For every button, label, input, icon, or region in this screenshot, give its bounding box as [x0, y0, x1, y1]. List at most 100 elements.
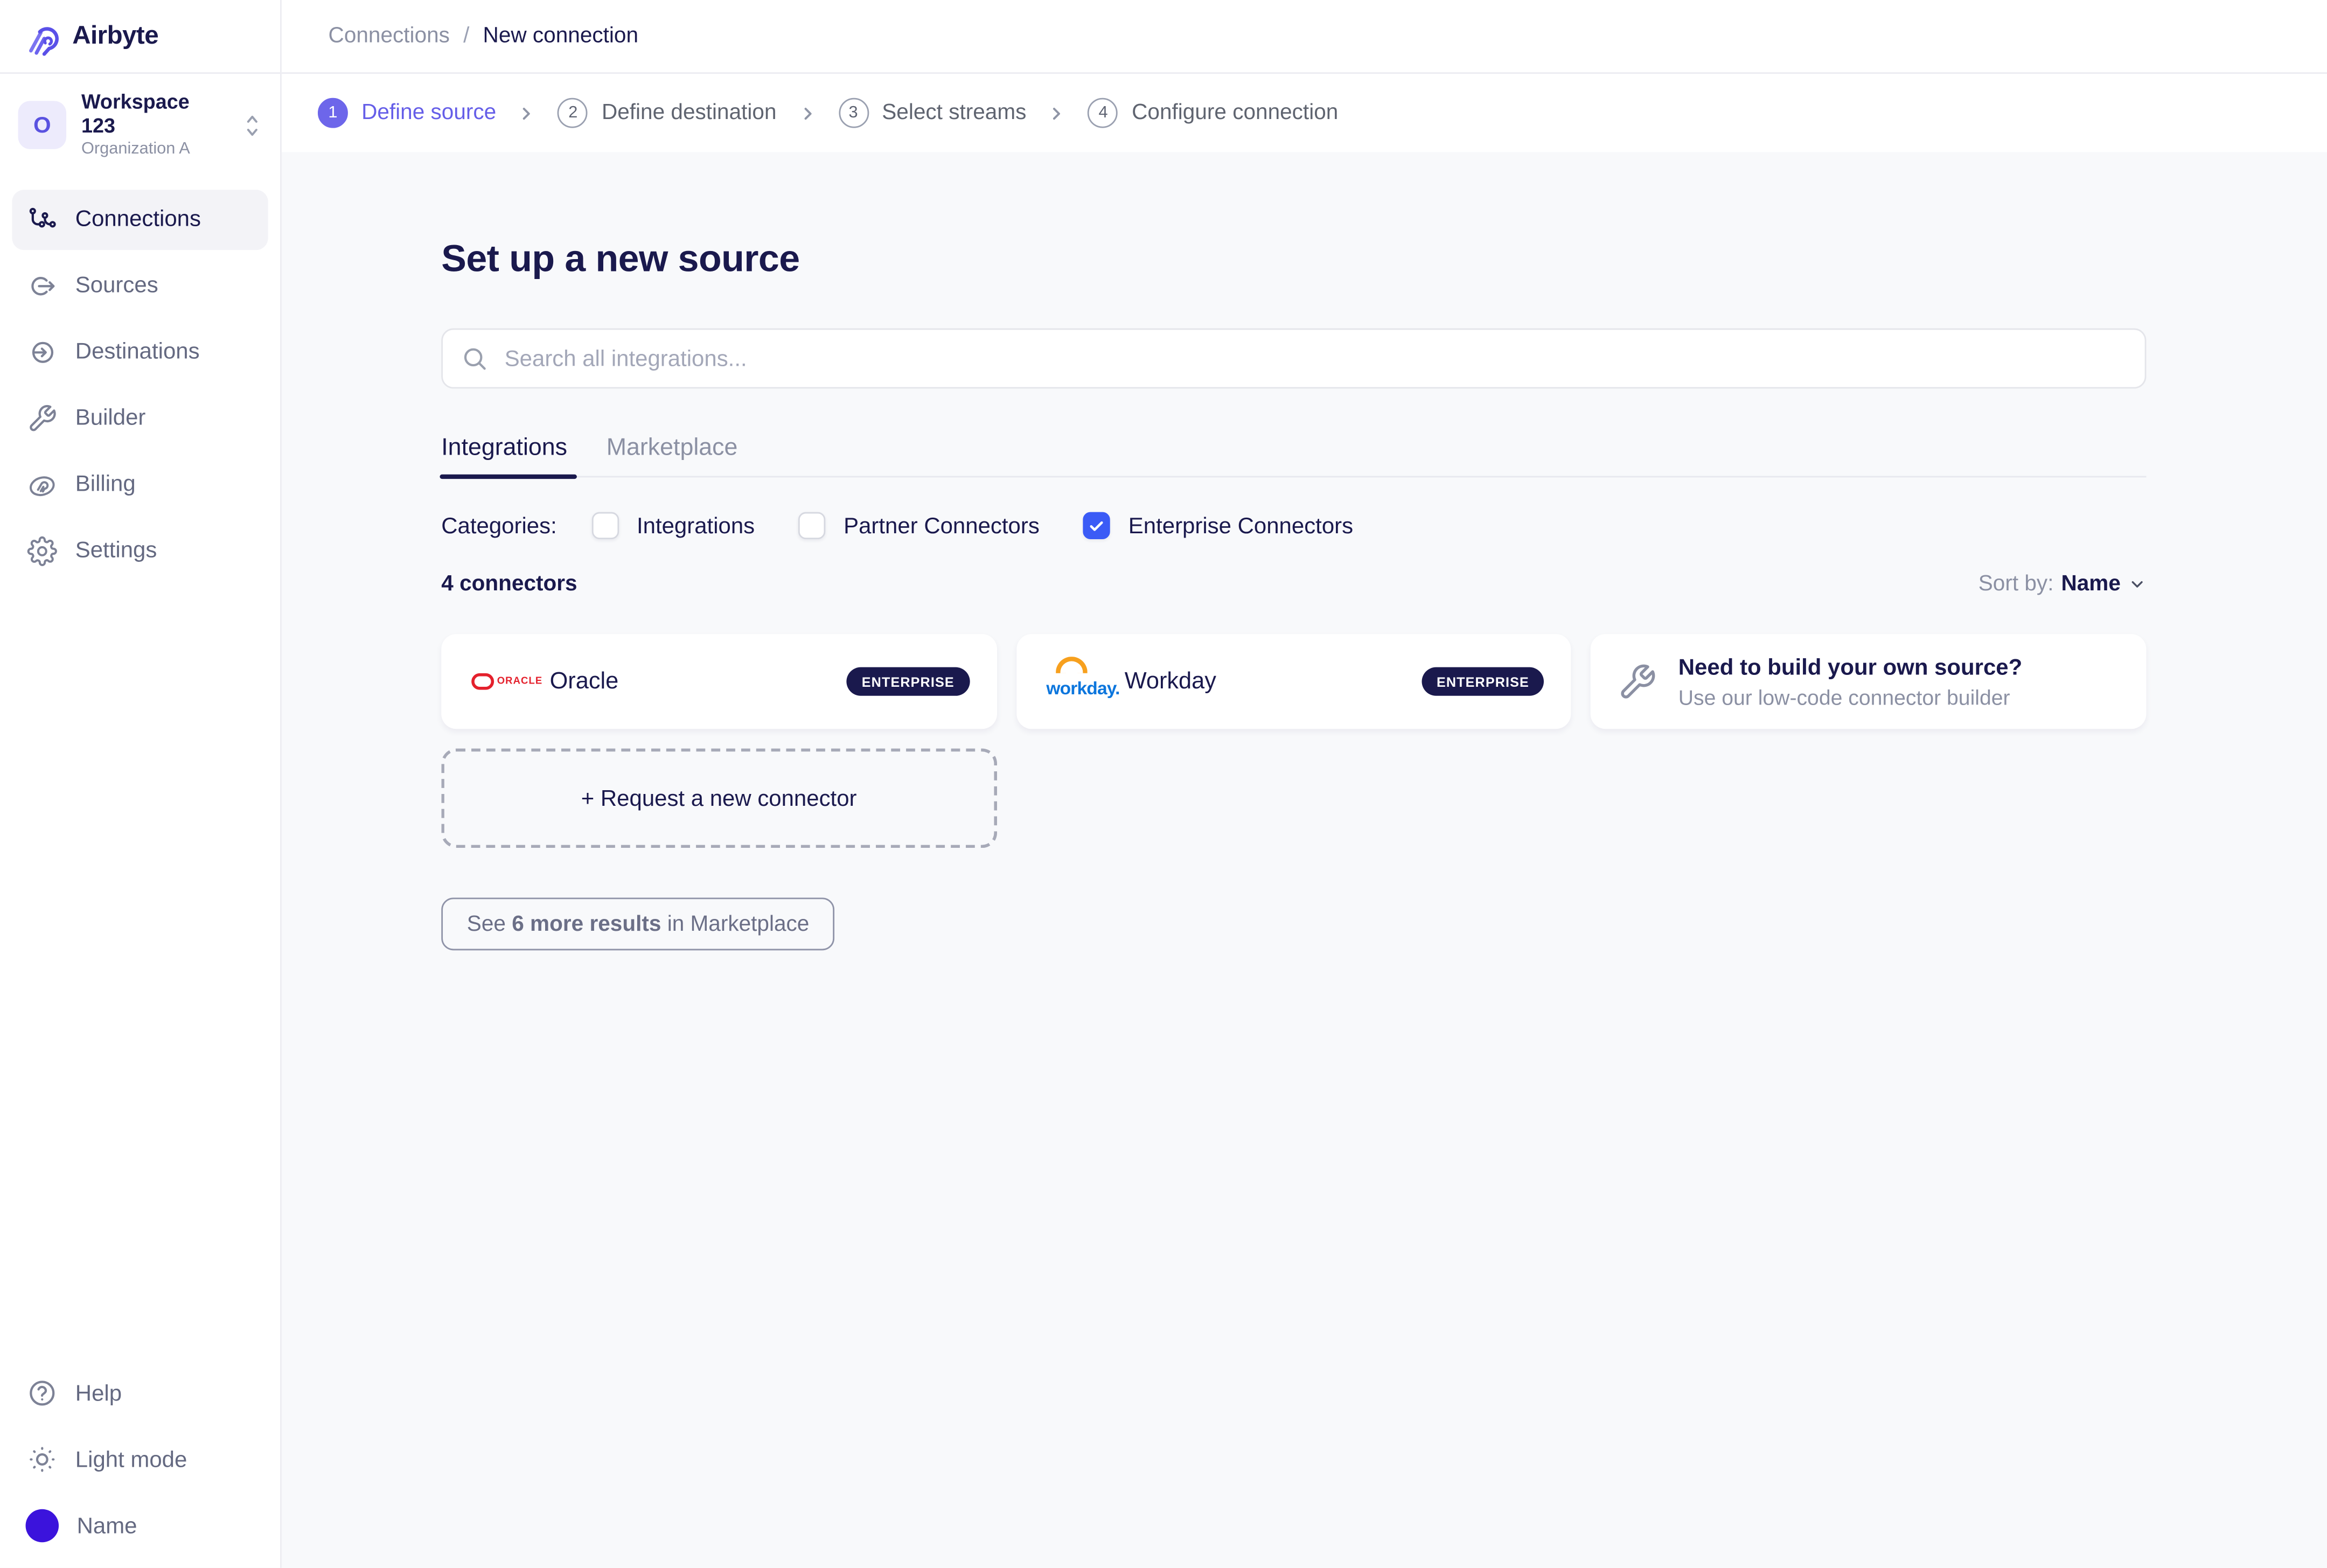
- filter-label: Partner Connectors: [844, 513, 1040, 539]
- step-label: Define source: [361, 101, 497, 126]
- builder-card-title: Need to build your own source?: [1678, 654, 2023, 680]
- help-label: Help: [75, 1380, 122, 1406]
- breadcrumb: Connections / New connection: [281, 0, 2327, 74]
- wizard-stepper: 1 Define source 2 Define destination 3 S…: [281, 74, 2327, 152]
- categories-label: Categories:: [441, 513, 557, 539]
- workspace-switch-icon: [247, 115, 257, 136]
- tab-marketplace[interactable]: Marketplace: [607, 435, 738, 476]
- workspace-name: Workspace 123: [81, 90, 190, 137]
- sidebar-item-label: Builder: [75, 405, 146, 431]
- step-define-source[interactable]: 1 Define source: [317, 97, 497, 128]
- light-mode-label: Light mode: [75, 1446, 187, 1473]
- step-number: 2: [558, 97, 588, 128]
- main-area: Connections / New connection 1 Define so…: [281, 0, 2327, 1568]
- workday-logo-arc: [1055, 656, 1087, 673]
- chevron-right-icon: [798, 103, 817, 123]
- connector-card-oracle[interactable]: ORACLE Oracle ENTERPRISE: [441, 634, 997, 729]
- connector-name: Oracle: [549, 668, 619, 694]
- oracle-logo: ORACLE: [471, 673, 542, 690]
- sort-value: Name: [2061, 572, 2121, 597]
- step-number: 4: [1088, 97, 1118, 128]
- oracle-logo-mark: [471, 673, 494, 690]
- breadcrumb-connections-link[interactable]: Connections: [329, 24, 450, 48]
- sidebar-item-builder[interactable]: Builder: [12, 388, 268, 448]
- sort-control[interactable]: Sort by: Name: [1978, 572, 2147, 597]
- light-mode-toggle[interactable]: Light mode: [12, 1429, 268, 1489]
- airbyte-logo-icon: [29, 26, 59, 55]
- billing-credits-icon: [30, 476, 55, 496]
- chevron-right-icon: [1048, 103, 1067, 123]
- request-new-connector-label: + Request a new connector: [581, 785, 857, 811]
- brand-logo-row: Airbyte: [0, 0, 281, 74]
- user-menu[interactable]: Name: [12, 1496, 268, 1556]
- connector-card-workday[interactable]: workday. Workday ENTERPRISE: [1016, 634, 1572, 729]
- sidebar-item-settings[interactable]: Settings: [12, 521, 268, 581]
- content: Set up a new source Integrations Marketp…: [281, 152, 2327, 1568]
- step-label: Select streams: [882, 101, 1027, 126]
- builder-card-subtitle: Use our low-code connector builder: [1678, 684, 2010, 709]
- category-filters: Categories: Integrations Partner Connect…: [441, 512, 2146, 540]
- chevron-down-icon: [2131, 581, 2143, 588]
- see-more-prefix: See: [466, 912, 512, 936]
- step-label: Configure connection: [1132, 101, 1339, 126]
- request-new-connector-button[interactable]: + Request a new connector: [441, 748, 997, 848]
- see-more-results-button[interactable]: See 6 more results in Marketplace: [441, 897, 835, 951]
- workspace-avatar: O: [18, 101, 67, 150]
- sidebar-item-connections[interactable]: Connections: [12, 189, 268, 250]
- workday-logo: workday.: [1046, 656, 1120, 701]
- checkbox-unchecked[interactable]: [591, 512, 619, 540]
- results-count: 4 connectors: [441, 572, 577, 597]
- page-title: Set up a new source: [441, 238, 800, 281]
- help-button[interactable]: Help: [12, 1363, 268, 1423]
- sidebar: Airbyte O Workspace 123 Organization A C…: [0, 0, 282, 1568]
- connector-name: Workday: [1124, 668, 1216, 694]
- sidebar-footer: Help Light mode Name: [0, 1363, 280, 1567]
- breadcrumb-current: New connection: [483, 24, 639, 48]
- sidebar-item-sources[interactable]: Sources: [12, 255, 268, 316]
- sort-label: Sort by:: [1978, 572, 2054, 597]
- oracle-logo-text: ORACLE: [497, 676, 543, 687]
- breadcrumb-separator: /: [463, 24, 470, 48]
- checkbox-unchecked[interactable]: [798, 512, 826, 540]
- connections-icon: [29, 207, 56, 227]
- workspace-org: Organization A: [81, 141, 190, 159]
- sidebar-item-label: Connections: [75, 206, 201, 233]
- sidebar-item-destinations[interactable]: Destinations: [12, 322, 268, 382]
- brand-wordmark: Airbyte: [72, 21, 159, 50]
- see-more-count: 6 more results: [512, 912, 661, 936]
- search-bar: [441, 328, 2147, 389]
- step-define-destination[interactable]: 2 Define destination: [558, 97, 777, 128]
- sidebar-item-billing[interactable]: Billing: [12, 455, 268, 515]
- tabs: Integrations Marketplace: [440, 435, 2147, 479]
- step-label: Define destination: [601, 101, 777, 126]
- build-your-own-source-card[interactable]: Need to build your own source? Use our l…: [1591, 634, 2147, 729]
- settings-gear-icon: [27, 535, 57, 566]
- results-row: 4 connectors Sort by: Name: [441, 572, 2147, 597]
- chevron-right-icon: [517, 103, 537, 123]
- sidebar-item-label: Settings: [75, 538, 157, 564]
- step-number: 3: [838, 97, 869, 128]
- step-number: 1: [317, 97, 348, 128]
- user-name-label: Name: [76, 1513, 137, 1539]
- checkbox-checked[interactable]: [1083, 512, 1111, 540]
- filter-label: Integrations: [636, 513, 755, 539]
- wrench-icon: [1621, 664, 1656, 698]
- step-configure-connection[interactable]: 4 Configure connection: [1088, 97, 1339, 128]
- checkmark-icon: [1090, 521, 1104, 531]
- workspace-selector[interactable]: O Workspace 123 Organization A: [0, 74, 280, 177]
- filter-partner-connectors[interactable]: Partner Connectors: [798, 512, 1040, 540]
- tab-integrations[interactable]: Integrations: [440, 435, 576, 479]
- sidebar-nav: Connections Sources Destinations Builder: [0, 177, 280, 581]
- sources-icon: [31, 276, 55, 295]
- filter-enterprise-connectors[interactable]: Enterprise Connectors: [1083, 512, 1354, 540]
- see-more-suffix: in Marketplace: [661, 912, 810, 936]
- user-avatar: [25, 1509, 59, 1543]
- search-input[interactable]: [501, 344, 2127, 373]
- filter-integrations[interactable]: Integrations: [591, 512, 755, 540]
- step-select-streams[interactable]: 3 Select streams: [838, 97, 1027, 128]
- enterprise-badge: ENTERPRISE: [1421, 667, 1544, 696]
- filter-label: Enterprise Connectors: [1128, 513, 1354, 539]
- sidebar-item-label: Destinations: [75, 339, 200, 365]
- sidebar-item-label: Sources: [75, 273, 158, 299]
- app-root: Airbyte O Workspace 123 Organization A C…: [0, 0, 2327, 1568]
